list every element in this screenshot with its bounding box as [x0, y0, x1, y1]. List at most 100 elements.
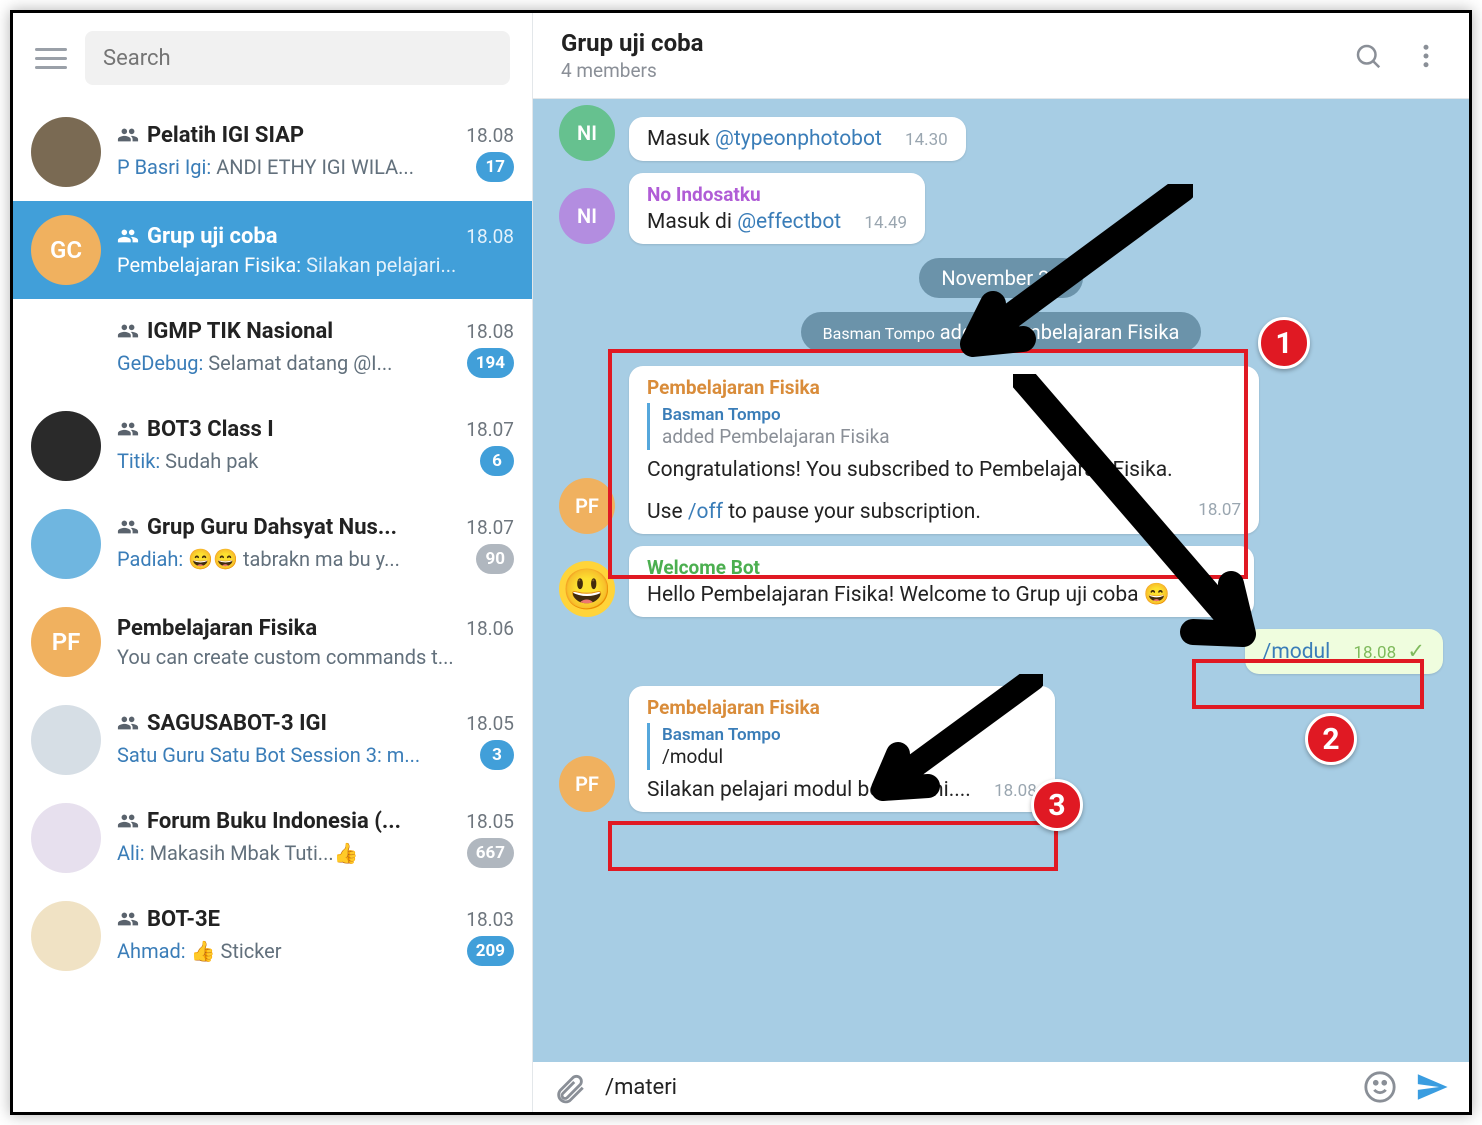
- message-input[interactable]: [605, 1075, 1345, 1100]
- mention-link[interactable]: @typeonphotobot: [715, 127, 882, 151]
- group-icon: [117, 908, 139, 930]
- chat-subtitle: 4 members: [561, 59, 703, 82]
- group-icon: [117, 810, 139, 832]
- chat-name: Forum Buku Indonesia (...: [117, 809, 401, 834]
- sender-name: No Indosatku: [647, 183, 907, 206]
- more-icon[interactable]: [1411, 41, 1441, 71]
- annotation-circle-3: 3: [1031, 779, 1083, 831]
- chat-preview: Satu Guru Satu Bot Session 3: m...: [117, 743, 470, 767]
- chat-item[interactable]: BOT-3E18.03Ahmad: 👍 Sticker209: [13, 887, 532, 985]
- message-bubble[interactable]: Masuk @typeonphotobot 14.30: [629, 117, 966, 161]
- service-message: Basman Tompo added Pembelajaran Fisika: [801, 312, 1202, 352]
- message-time: 18.07: [1198, 500, 1241, 520]
- unread-badge: 6: [480, 446, 514, 476]
- message-area: NI Masuk @typeonphotobot 14.30 NI No Ind…: [533, 99, 1469, 1062]
- message-time: 14.49: [864, 213, 907, 233]
- avatar[interactable]: 😃: [559, 561, 615, 617]
- avatar[interactable]: NI: [559, 105, 615, 161]
- group-icon: [117, 124, 139, 146]
- avatar: [31, 509, 101, 579]
- avatar: [31, 705, 101, 775]
- date-separator: November 27: [919, 258, 1082, 298]
- sidebar: Pelatih IGI SIAP 18.08P Basri Igi: ANDI E…: [13, 13, 533, 1112]
- chat-item[interactable]: Grup Guru Dahsyat Nus...18.07Padiah: 😄😄 …: [13, 495, 532, 593]
- avatar: [31, 411, 101, 481]
- chat-preview: Pembelajaran Fisika: Silakan pelajari...: [117, 253, 514, 277]
- chat-time: 18.08: [466, 124, 514, 147]
- message-time: 18.08: [994, 781, 1037, 801]
- message-row: 😃 Welcome Bot Hello Pembelajaran Fisika!…: [559, 546, 1443, 617]
- unread-badge: 90: [476, 544, 514, 574]
- command-link[interactable]: /modul: [1263, 640, 1331, 664]
- chat-time: 18.05: [466, 810, 514, 833]
- unread-badge: 3: [480, 740, 514, 770]
- chat-time: 18.05: [466, 712, 514, 735]
- search-input-container[interactable]: [85, 31, 510, 85]
- message-bubble-out[interactable]: /modul 18.08 ✓: [1245, 629, 1443, 674]
- avatar: [31, 117, 101, 187]
- avatar[interactable]: PF: [559, 756, 615, 812]
- chat-item[interactable]: BOT3 Class I 18.07 Titik: Sudah pak 6: [13, 397, 532, 495]
- chat-preview: Ahmad: 👍 Sticker: [117, 939, 457, 963]
- chat-name: Pelatih IGI SIAP: [117, 123, 304, 148]
- chat-name: BOT-3E: [117, 907, 220, 932]
- chat-item[interactable]: Forum Buku Indonesia (...18.05Ali: Makas…: [13, 789, 532, 887]
- chat-preview: You can create custom commands t...: [117, 645, 514, 669]
- chat-time: 18.06: [466, 617, 514, 640]
- avatar: GC: [31, 215, 101, 285]
- message-time: 14.30: [905, 130, 948, 150]
- chat-name: BOT3 Class I: [117, 417, 274, 442]
- mention-link[interactable]: @effectbot: [737, 210, 841, 234]
- chat-title: Grup uji coba: [561, 29, 703, 57]
- chat-name: Pembelajaran Fisika: [117, 616, 317, 641]
- check-icon: ✓: [1407, 640, 1425, 664]
- chat-header[interactable]: Grup uji coba 4 members: [533, 13, 1469, 99]
- chat-item[interactable]: GCGrup uji coba18.08Pembelajaran Fisika:…: [13, 201, 532, 299]
- menu-icon[interactable]: [35, 48, 67, 69]
- group-icon: [117, 516, 139, 538]
- search-input[interactable]: [103, 46, 492, 71]
- reply-reference[interactable]: Basman Tompo added Pembelajaran Fisika: [647, 403, 1241, 450]
- chat-preview: GeDebug: Selamat datang @I...: [117, 351, 457, 375]
- unread-badge: 17: [476, 152, 514, 182]
- send-icon[interactable]: [1415, 1070, 1449, 1104]
- sender-name: Welcome Bot: [647, 556, 1236, 579]
- avatar: [31, 901, 101, 971]
- chat-preview: Padiah: 😄😄 tabrakn ma bu y...: [117, 547, 466, 571]
- message-bubble[interactable]: No Indosatku Masuk di @effectbot 14.49: [629, 173, 925, 244]
- unread-badge: 209: [467, 936, 514, 966]
- chat-time: 18.07: [466, 418, 514, 441]
- message-bubble[interactable]: Pembelajaran Fisika Basman Tompo added P…: [629, 366, 1259, 534]
- chat-name: Grup uji coba: [117, 224, 278, 249]
- chat-content: Grup uji coba 4 members NI Masuk @typeon…: [533, 13, 1469, 1112]
- message-row: PF Pembelajaran Fisika Basman Tompo adde…: [559, 366, 1443, 534]
- group-icon: [117, 225, 139, 247]
- group-icon: [117, 320, 139, 342]
- avatar: [31, 803, 101, 873]
- emoji-icon[interactable]: [1363, 1070, 1397, 1104]
- group-icon: [117, 712, 139, 734]
- group-icon: [117, 418, 139, 440]
- message-bubble[interactable]: Pembelajaran Fisika Basman Tompo /modul …: [629, 686, 1055, 812]
- chat-item[interactable]: Pelatih IGI SIAP 18.08P Basri Igi: ANDI E…: [13, 103, 532, 201]
- annotation-circle-2: 2: [1305, 713, 1357, 765]
- chat-item[interactable]: PF Pembelajaran Fisika 18.06 You can create…: [13, 593, 532, 691]
- chat-list: Pelatih IGI SIAP 18.08P Basri Igi: ANDI E…: [13, 103, 532, 1112]
- chat-item[interactable]: SAGUSABOT-3 IGI 18.05 Satu Guru Satu Bot S…: [13, 691, 532, 789]
- search-icon[interactable]: [1353, 41, 1383, 71]
- message-row: /modul 18.08 ✓: [559, 629, 1443, 674]
- message-bubble[interactable]: Welcome Bot Hello Pembelajaran Fisika! W…: [629, 546, 1254, 617]
- unread-badge: 194: [467, 348, 514, 378]
- avatar: PF: [31, 607, 101, 677]
- chat-name: IGMP TIK Nasional: [117, 319, 333, 344]
- avatar[interactable]: NI: [559, 188, 615, 244]
- chat-name: Grup Guru Dahsyat Nus...: [117, 515, 397, 540]
- chat-preview: P Basri Igi: ANDI ETHY IGI WILA...: [117, 155, 466, 179]
- reply-reference[interactable]: Basman Tompo /modul: [647, 723, 1037, 770]
- attach-icon[interactable]: [553, 1070, 587, 1104]
- chat-item[interactable]: IGMP TIK Nasional18.08GeDebug: Selamat d…: [13, 299, 532, 397]
- command-link[interactable]: /off: [688, 500, 723, 524]
- chat-preview: Titik: Sudah pak: [117, 449, 470, 473]
- avatar[interactable]: PF: [559, 478, 615, 534]
- chat-name: SAGUSABOT-3 IGI: [117, 711, 327, 736]
